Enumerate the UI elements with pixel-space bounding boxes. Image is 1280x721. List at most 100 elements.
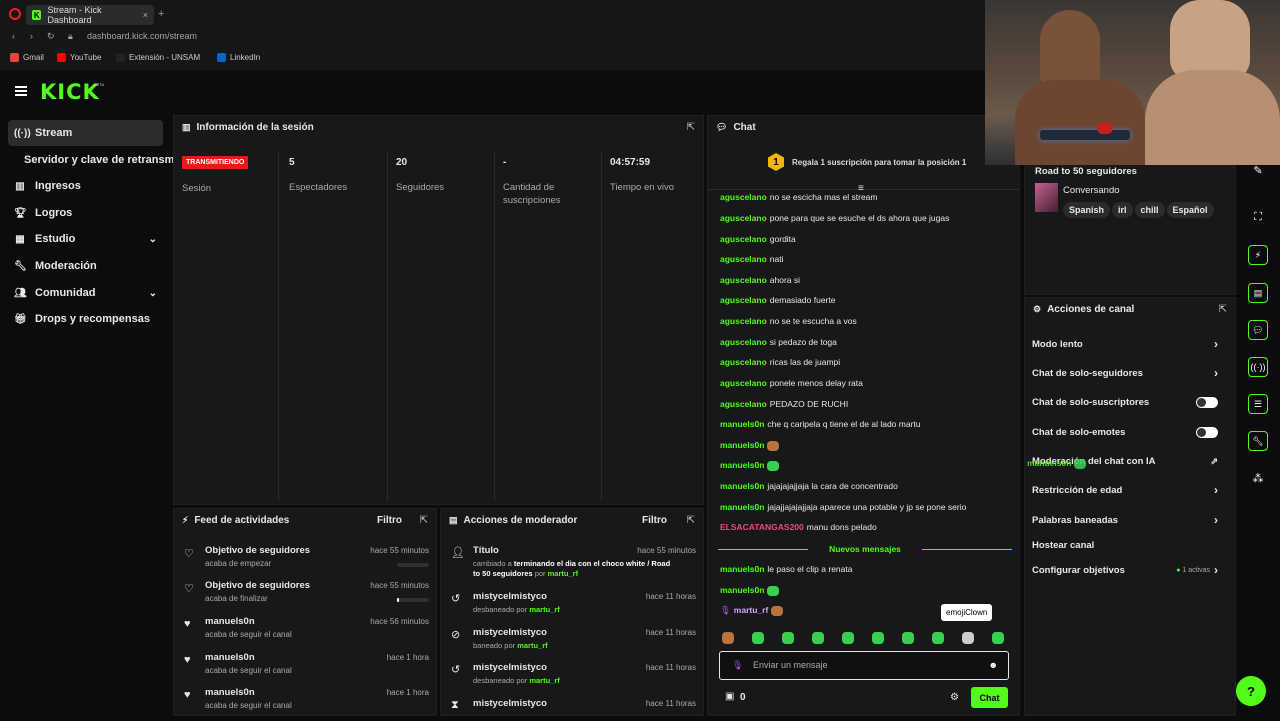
wrench-icon: 🔧︎ <box>14 260 27 272</box>
sidebar-item-moderacion[interactable]: 🔧︎ Moderación <box>8 253 163 279</box>
active-goals-badge: ● 1 activas <box>1176 566 1210 574</box>
undo-icon: ↺ <box>451 664 461 676</box>
gmail-icon <box>10 53 19 62</box>
stat-session: TRANSMITIENDO Sesión <box>174 151 279 501</box>
emoji-clown-icon[interactable] <box>962 632 974 644</box>
opera-icon[interactable] <box>9 8 21 20</box>
popout-icon[interactable]: ⇱ <box>687 122 695 133</box>
category-thumbnail[interactable] <box>1035 183 1058 212</box>
menu-icon[interactable] <box>15 86 27 96</box>
url-text[interactable]: dashboard.kick.com/stream <box>87 31 197 41</box>
stream-tags: Spanish irl chill Español <box>1063 200 1216 218</box>
emote-icon[interactable] <box>992 632 1004 644</box>
clipboard-icon[interactable]: ▤ <box>1248 283 1268 303</box>
sidebar-item-stream[interactable]: ((·)) Stream <box>8 120 163 146</box>
wrench-icon[interactable]: 🔧︎ <box>1248 431 1268 451</box>
broadcast-icon[interactable]: ((·)) <box>1248 357 1268 377</box>
mod-filter-button[interactable]: Filtro <box>642 515 667 526</box>
shapes-icon[interactable]: ⁂ <box>1240 463 1276 493</box>
emoji-icon[interactable]: ☻ <box>989 660 998 670</box>
feed-filter-button[interactable]: Filtro <box>377 515 402 526</box>
globe-icon <box>116 53 125 62</box>
settings-icon[interactable]: ⚙︎ <box>950 692 959 703</box>
browser-tab[interactable]: K Stream - Kick Dashboard × <box>26 5 154 25</box>
emote-icon[interactable] <box>872 632 884 644</box>
fullscreen-icon[interactable]: ⛶ <box>1240 202 1276 232</box>
sidebar-item-logros[interactable]: 🏆︎ Logros <box>8 200 163 226</box>
popout-icon[interactable]: ⇱ <box>1219 304 1227 315</box>
mic-icon[interactable]: 🎙︎ <box>732 660 743 671</box>
new-tab-icon[interactable]: + <box>158 8 164 20</box>
toggle-switch[interactable] <box>1196 426 1218 438</box>
sidebar-item-estudio[interactable]: ▦ Estudio ⌄ <box>8 226 163 252</box>
sidebar-item-ingresos[interactable]: ▥ Ingresos <box>8 173 163 199</box>
tag[interactable]: Español <box>1166 202 1214 218</box>
category-name[interactable]: Conversando <box>1063 185 1120 196</box>
channel-actions-panel: ⚙︎ Acciones de canal ⇱ Modo lento › Chat d… <box>1024 297 1236 716</box>
chevron-right-icon: › <box>1214 513 1218 527</box>
reload-icon[interactable]: ↻ <box>47 31 55 42</box>
toggle-switch[interactable] <box>1196 396 1218 408</box>
chat-icon[interactable]: 💬︎ <box>1248 320 1268 340</box>
new-messages-divider[interactable]: Nuevos mensajes <box>718 544 1012 554</box>
kick-logo[interactable]: KICK <box>40 80 100 104</box>
bookmark-youtube[interactable]: YouTube <box>57 53 101 62</box>
list-icon[interactable]: ☰ <box>1248 394 1268 414</box>
tag[interactable]: chill <box>1134 202 1165 218</box>
popout-icon[interactable]: ⇱ <box>687 515 695 526</box>
action-solo-suscriptores: Chat de solo-suscriptores <box>1032 392 1218 412</box>
action-solo-seguidores[interactable]: Chat de solo-seguidores › <box>1032 363 1218 383</box>
goal-progress-bar <box>397 598 429 602</box>
emote-icon[interactable] <box>767 460 780 471</box>
stat-label: Tiempo en vivo <box>610 182 675 193</box>
chat-message: aguscelano PEDAZO DE RUCHI <box>720 399 849 409</box>
send-chat-button[interactable]: Chat <box>971 687 1008 708</box>
emote-icon[interactable] <box>752 632 764 644</box>
points-icon[interactable]: ▣ <box>725 691 734 702</box>
linkedin-icon <box>217 53 226 62</box>
bookmark-gmail[interactable]: Gmail <box>10 53 44 62</box>
emote-icon[interactable] <box>812 632 824 644</box>
emote-icon[interactable] <box>767 585 780 596</box>
stat-value: 20 <box>396 157 408 168</box>
chat-input[interactable]: 🎙︎ Enviar un mensaje ☻ <box>719 651 1009 680</box>
action-modo-lento[interactable]: Modo lento › <box>1032 334 1218 354</box>
forward-icon[interactable]: › <box>30 31 33 41</box>
chat-message: manuels0n che q caripela q tiene el de al… <box>720 419 921 429</box>
support-icon[interactable]: ? <box>1236 676 1266 706</box>
pinned-text: Regala 1 suscripción para tomar la posic… <box>792 158 967 167</box>
emote-icon[interactable] <box>842 632 854 644</box>
action-configurar-objetivos[interactable]: Configurar objetivos ● 1 activas › <box>1032 560 1218 580</box>
stat-value: - <box>503 157 507 168</box>
sidebar-item-comunidad[interactable]: 👥︎ Comunidad ⌄ <box>8 280 163 306</box>
bookmark-linkedin[interactable]: LinkedIn <box>217 53 260 62</box>
stat-subscriptions: - Cantidad de suscripciones <box>495 151 602 501</box>
stat-value: 04:57:59 <box>610 157 651 168</box>
sidebar-item-drops[interactable]: 🎁︎ Drops y recompensas <box>8 306 163 332</box>
emote-icon[interactable] <box>771 605 784 616</box>
chevron-right-icon: › <box>1214 483 1218 497</box>
emote-icon[interactable] <box>767 440 780 451</box>
close-tab-icon[interactable]: × <box>143 10 148 20</box>
tag[interactable]: irl <box>1112 202 1133 218</box>
chat-message: aguscelano gordita <box>720 234 796 244</box>
popout-icon[interactable]: ⇱ <box>420 515 428 526</box>
action-hostear-canal[interactable]: Hostear canal <box>1032 535 1218 555</box>
chat-message: manuels0n <box>720 440 780 451</box>
bolt-icon[interactable]: ⚡︎ <box>1248 245 1268 265</box>
action-palabras-baneadas[interactable]: Palabras baneadas › <box>1032 510 1218 530</box>
emote-icon[interactable] <box>782 632 794 644</box>
stat-value: 5 <box>289 157 295 168</box>
action-restriccion-edad[interactable]: Restricción de edad › <box>1032 480 1218 500</box>
chat-message: manuels0n le paso el clip a renata <box>720 564 853 574</box>
emote-icon[interactable] <box>722 632 734 644</box>
tag[interactable]: Spanish <box>1063 202 1111 218</box>
emote-icon[interactable] <box>932 632 944 644</box>
chat-messages: aguscelano no se escicha mas el stream ag… <box>707 190 1020 630</box>
sidebar-item-server-key[interactable]: Servidor y clave de retransmisión <box>18 147 188 173</box>
chevron-right-icon: › <box>1214 563 1218 577</box>
emote-icon[interactable] <box>902 632 914 644</box>
bookmark-unsam[interactable]: Extensión - UNSAM <box>116 53 200 62</box>
back-icon[interactable]: ‹ <box>12 31 15 41</box>
keyboard <box>1040 130 1130 140</box>
